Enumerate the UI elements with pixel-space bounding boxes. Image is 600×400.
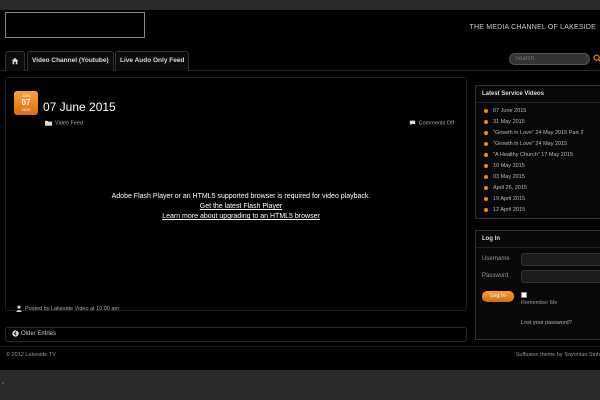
post-category: Video Feed bbox=[45, 120, 83, 126]
video-list-item[interactable]: 03 May 2015 bbox=[484, 172, 600, 183]
nav-item-video-channel[interactable]: Video Channel (Youtube) bbox=[27, 51, 114, 71]
folder-icon bbox=[45, 120, 52, 126]
bullet-icon bbox=[484, 185, 488, 190]
footer-credit[interactable]: Suffusion theme by Sayontan Sinh bbox=[516, 352, 600, 358]
video-list-item[interactable]: "A Healthy Church" 17 May 2015 bbox=[484, 150, 600, 161]
bullet-icon bbox=[484, 174, 488, 179]
flash-message: Adobe Flash Player or an HTML5 supported… bbox=[111, 193, 371, 200]
search-icon[interactable] bbox=[593, 54, 600, 62]
video-list-item[interactable]: 19 April 2015 bbox=[484, 194, 600, 205]
video-link[interactable]: April 26, 2015 bbox=[493, 185, 527, 191]
flash-player-link[interactable]: Get the latest Flash Player bbox=[111, 202, 371, 212]
chevron-left-icon bbox=[12, 330, 19, 337]
posted-by-text: Posted by Lakeside Video at 10:00 am bbox=[25, 305, 120, 312]
widget-title: Log In bbox=[476, 231, 600, 248]
bullet-icon bbox=[484, 130, 488, 135]
video-list: 07 June 2015 31 May 2015 "Growth in Love… bbox=[476, 103, 600, 216]
nav-item-live-audio[interactable]: Live Audo Only Feed bbox=[115, 51, 190, 71]
video-list-item[interactable]: "Growth in Love" 24 May 2015 Part 2 bbox=[484, 128, 600, 139]
older-entries-link[interactable]: Older Entries bbox=[5, 327, 467, 342]
login-button[interactable]: Log In bbox=[482, 291, 514, 302]
comments-label: Comments Off bbox=[418, 120, 454, 127]
bullet-icon bbox=[484, 207, 488, 212]
username-field[interactable] bbox=[521, 253, 600, 266]
footer-copyright: © 2012 Lakeside TV bbox=[6, 352, 56, 358]
video-player: Adobe Flash Player or an HTML5 supported… bbox=[111, 192, 371, 222]
user-icon bbox=[16, 305, 22, 312]
search-input[interactable] bbox=[509, 53, 590, 65]
video-link[interactable]: 03 May 2015 bbox=[493, 174, 525, 180]
video-list-item[interactable]: 07 June 2015 bbox=[484, 106, 600, 117]
video-link[interactable]: 12 April 2015 bbox=[493, 207, 525, 213]
video-link[interactable]: "Growth in Love" 24 May 2015 Part 2 bbox=[493, 130, 583, 136]
older-entries-label: Older Entries bbox=[21, 331, 57, 337]
video-list-item[interactable]: 31 May 2015 bbox=[484, 117, 600, 128]
lost-password-link[interactable]: Lost your password? bbox=[521, 320, 572, 326]
date-year: 2015 bbox=[21, 107, 31, 112]
bullet-icon bbox=[484, 163, 488, 168]
site-tagline: THE MEDIA CHANNEL OF LAKESIDE bbox=[469, 24, 596, 31]
comments-status: Comments Off bbox=[409, 120, 454, 126]
video-link[interactable]: 10 May 2015 bbox=[493, 163, 525, 169]
password-field[interactable] bbox=[521, 270, 600, 283]
video-list-item[interactable]: "Growth in Love" 24 May 2015 bbox=[484, 139, 600, 150]
widget-title: Latest Service Videos bbox=[476, 86, 600, 103]
remember-me-checkbox[interactable] bbox=[521, 292, 527, 298]
video-link[interactable]: "A Healthy Church" 17 May 2015 bbox=[493, 152, 573, 158]
html5-upgrade-link[interactable]: Learn more about upgrading to an HTML5 b… bbox=[111, 212, 371, 222]
site-logo[interactable] bbox=[5, 12, 145, 38]
bullet-icon bbox=[484, 108, 488, 113]
nav-home-button[interactable] bbox=[5, 51, 25, 71]
post-title[interactable]: 07 June 2015 bbox=[43, 100, 116, 114]
bullet-icon bbox=[484, 196, 488, 201]
username-label: Username bbox=[482, 256, 510, 262]
date-day: 07 bbox=[21, 98, 31, 107]
video-link[interactable]: "Growth in Love" 24 May 2015 bbox=[493, 141, 567, 147]
video-link[interactable]: 07 June 2015 bbox=[493, 108, 526, 114]
comment-icon bbox=[409, 120, 415, 126]
bullet-icon bbox=[484, 119, 488, 124]
bullet-icon bbox=[484, 152, 488, 157]
home-icon bbox=[11, 57, 19, 65]
password-label: Password bbox=[482, 273, 509, 279]
video-link[interactable]: 19 April 2015 bbox=[493, 196, 525, 202]
post-author: Posted by Lakeside Video at 10:00 am bbox=[16, 305, 119, 312]
video-list-item[interactable]: April 26, 2015 bbox=[484, 183, 600, 194]
remember-me-label: Remember Me bbox=[521, 300, 558, 306]
category-link[interactable]: Video Feed bbox=[55, 120, 83, 126]
login-widget: Log In Username Password Log In Remember… bbox=[475, 230, 600, 340]
video-list-item[interactable]: 12 April 2015 bbox=[484, 205, 600, 216]
footer-divider bbox=[0, 346, 600, 347]
date-badge: JUN 07 2015 bbox=[14, 91, 38, 115]
video-link[interactable]: 31 May 2015 bbox=[493, 119, 525, 125]
post-container: JUN 07 2015 07 June 2015 Video Feed Comm… bbox=[5, 77, 467, 312]
corner-mark bbox=[2, 382, 4, 384]
latest-videos-widget: Latest Service Videos 07 June 2015 31 Ma… bbox=[475, 85, 600, 219]
video-list-item[interactable]: 10 May 2015 bbox=[484, 161, 600, 172]
bullet-icon bbox=[484, 141, 488, 146]
